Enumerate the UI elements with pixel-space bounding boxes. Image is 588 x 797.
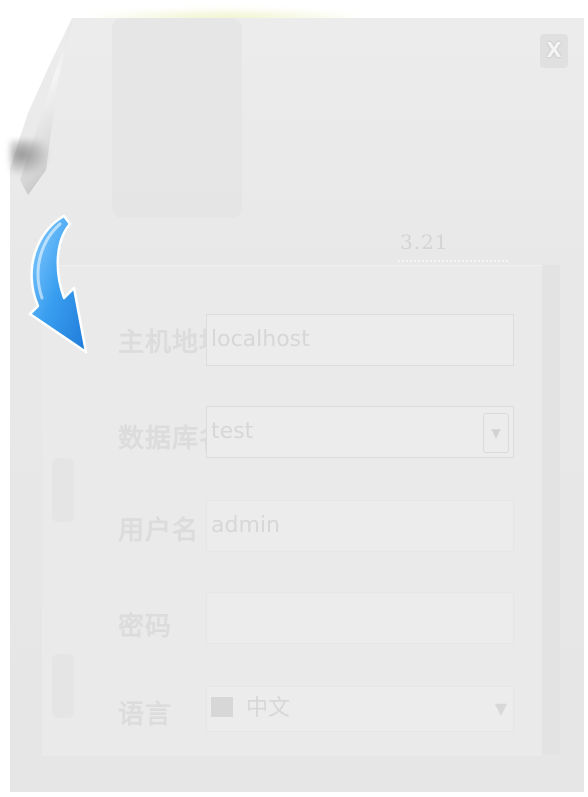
close-icon: X bbox=[546, 38, 562, 62]
side-tab bbox=[52, 458, 74, 522]
chevron-down-icon[interactable]: ▼ bbox=[495, 687, 507, 731]
username-input-value: admin bbox=[211, 513, 280, 538]
curved-down-arrow-icon bbox=[20, 210, 96, 360]
side-tab bbox=[52, 654, 74, 718]
host-input-value: localhost bbox=[211, 327, 310, 352]
logo-panel bbox=[112, 18, 242, 218]
username-input[interactable]: admin bbox=[206, 500, 514, 552]
username-label: 用户名 bbox=[118, 516, 200, 546]
chevron-down-icon[interactable]: ▼ bbox=[483, 413, 509, 453]
close-button[interactable]: X bbox=[540, 34, 568, 68]
language-label: 语言 bbox=[118, 700, 173, 730]
language-select-value: 中文 bbox=[246, 696, 291, 721]
password-label: 密码 bbox=[118, 612, 173, 642]
database-select[interactable]: test ▼ bbox=[206, 406, 514, 458]
password-input[interactable] bbox=[206, 592, 514, 644]
database-select-value: test bbox=[211, 419, 254, 444]
form-scroll-strip bbox=[542, 265, 560, 755]
host-input[interactable]: localhost bbox=[206, 314, 514, 366]
page-curl-shadow bbox=[10, 140, 50, 176]
language-select[interactable]: 中文 ▼ bbox=[206, 686, 514, 732]
version-label: 3.21 bbox=[400, 230, 449, 254]
flag-icon bbox=[211, 697, 233, 717]
